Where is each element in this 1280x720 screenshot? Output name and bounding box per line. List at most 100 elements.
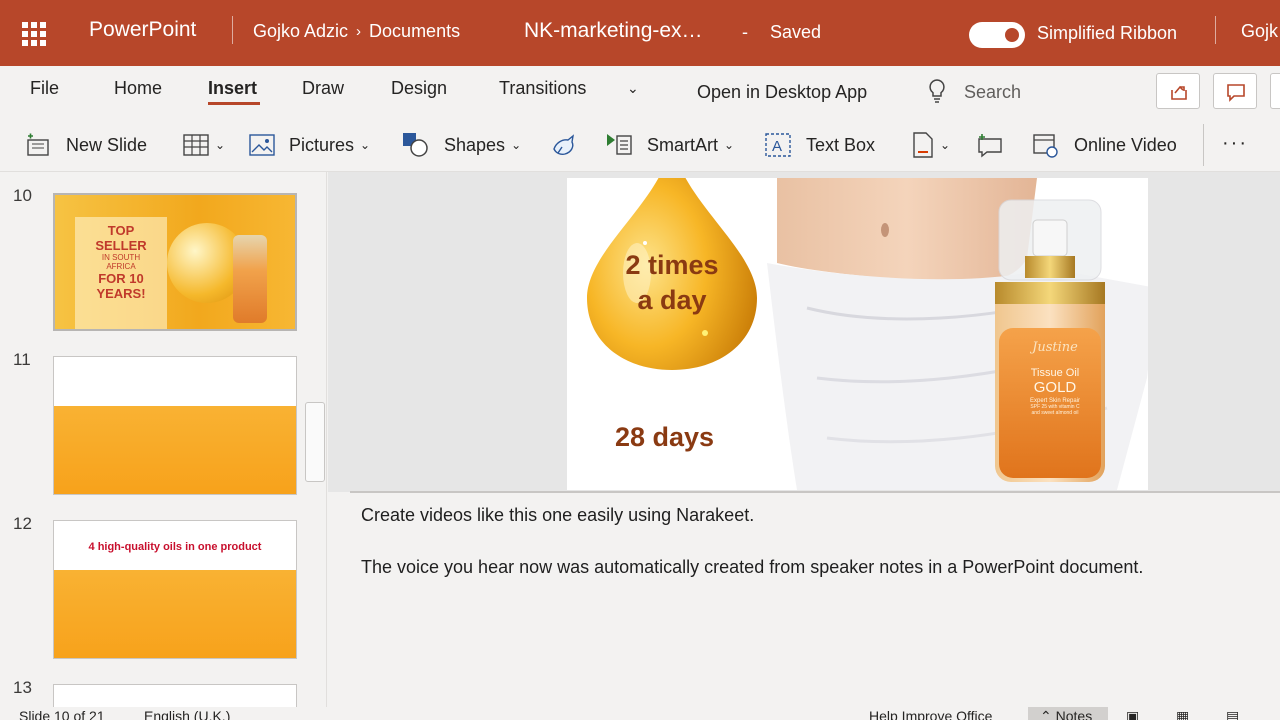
- slide-number: 12: [13, 514, 32, 533]
- shapes-button[interactable]: Shapes ⌄: [402, 130, 521, 160]
- slide-number: 13: [13, 678, 32, 697]
- reading-view-icon[interactable]: ▤: [1226, 708, 1239, 720]
- comments-button[interactable]: [1213, 73, 1257, 109]
- chevron-down-icon: ⌄: [215, 138, 226, 152]
- header-footer-button[interactable]: ⌄: [912, 130, 950, 160]
- online-video-button[interactable]: Online Video: [1032, 130, 1177, 160]
- ribbon-tabs: File Home Insert Draw Design Transitions…: [0, 66, 1280, 120]
- slide-thumbnail[interactable]: 4 high-quality oils in one product: [53, 520, 297, 659]
- speaker-notes-pane[interactable]: Create videos like this one easily using…: [328, 493, 1280, 707]
- new-slide-icon: [27, 133, 49, 156]
- language-indicator[interactable]: English (U.K.): [144, 708, 230, 720]
- frequency-line-2: a day: [637, 285, 707, 315]
- title-divider: [232, 16, 233, 44]
- thumbnail-text: IN SOUTH: [101, 253, 141, 262]
- pictures-button[interactable]: Pictures ⌄: [249, 130, 370, 160]
- open-in-desktop-app-button[interactable]: Open in Desktop App: [697, 82, 867, 103]
- share-icon: [1171, 85, 1187, 100]
- product-label: Justine Tissue Oil GOLD Expert Skin Repa…: [1015, 340, 1095, 416]
- product-brand: Justine: [1032, 340, 1078, 355]
- save-status[interactable]: Saved: [770, 22, 821, 43]
- chevron-down-icon: ⌄: [940, 138, 951, 152]
- bird-icon: [553, 134, 574, 155]
- smartart-icon: [607, 134, 632, 155]
- tab-draw[interactable]: Draw: [302, 78, 344, 99]
- text-box-button[interactable]: A Text Box: [764, 130, 875, 160]
- thumbnail-scrollbar[interactable]: [305, 402, 325, 482]
- more-options-button[interactable]: ···: [1222, 132, 1248, 155]
- account-name[interactable]: Gojk: [1241, 21, 1278, 42]
- status-bar: Slide 10 of 21 English (U.K.) Help Impro…: [0, 707, 1280, 720]
- document-title[interactable]: NK-marketing-ex…: [524, 19, 703, 43]
- document-icon: [913, 132, 933, 158]
- tab-insert[interactable]: Insert: [208, 78, 257, 99]
- slide-number: 11: [13, 350, 31, 369]
- notes-line-2[interactable]: The voice you hear now was automatically…: [361, 557, 1143, 578]
- active-tab-indicator: [208, 102, 260, 105]
- breadcrumb-user[interactable]: Gojko Adzic: [253, 21, 348, 42]
- thumbnail-caption: 4 high-quality oils in one product: [88, 541, 262, 553]
- app-name[interactable]: PowerPoint: [89, 18, 196, 42]
- slide-thumbnail[interactable]: TOP SELLER IN SOUTH AFRICA FOR 10 YEARS!: [53, 193, 297, 331]
- orange-band: [54, 406, 296, 494]
- shapes-label: Shapes: [444, 134, 506, 155]
- simplified-ribbon-toggle[interactable]: [969, 22, 1025, 48]
- tab-home[interactable]: Home: [114, 78, 162, 99]
- table-icon: [183, 134, 209, 156]
- smartart-label: SmartArt: [647, 134, 719, 155]
- slide-thumbnail[interactable]: [53, 356, 297, 495]
- product-name-line2: GOLD: [1033, 379, 1077, 396]
- help-improve-office-link[interactable]: Help Improve Office: [869, 708, 992, 720]
- notes-line-1[interactable]: Create videos like this one easily using…: [361, 505, 754, 526]
- more-tabs-chevron-icon[interactable]: ⌄: [627, 80, 639, 97]
- comment-icon: [1227, 84, 1245, 102]
- lightbulb-icon[interactable]: [926, 78, 948, 109]
- table-button[interactable]: ⌄: [183, 130, 225, 160]
- duration-text: 28 days: [615, 422, 715, 452]
- text-box-icon: A: [765, 133, 791, 157]
- ribbon-divider: [1203, 124, 1204, 166]
- chevron-down-icon: ⌄: [724, 138, 735, 152]
- chevron-right-icon: ›: [356, 23, 362, 40]
- app-launcher-icon[interactable]: [22, 22, 46, 46]
- slide-counter: Slide 10 of 21: [19, 708, 105, 720]
- slide-sorter-icon[interactable]: ▦: [1176, 708, 1189, 720]
- frequency-line-1: 2 times: [625, 250, 719, 280]
- smartart-button[interactable]: SmartArt ⌄: [605, 130, 734, 160]
- text-box-label: Text Box: [806, 134, 876, 155]
- picture-icon: [249, 134, 275, 156]
- chevron-up-icon: ⌃: [1040, 708, 1056, 720]
- slide-number: 10: [13, 186, 32, 205]
- thumbnail-text: SELLER: [95, 238, 147, 253]
- thumbnail-text: AFRICA: [106, 262, 136, 271]
- new-slide-button[interactable]: New Slide: [24, 130, 147, 160]
- tab-file[interactable]: File: [30, 78, 59, 99]
- comment-insert-button[interactable]: [976, 130, 1004, 160]
- pictures-label: Pictures: [289, 134, 355, 155]
- new-slide-label: New Slide: [66, 134, 148, 155]
- chevron-down-icon: ⌄: [511, 138, 522, 152]
- product-name-line1: Tissue Oil: [1030, 367, 1080, 379]
- title-divider-2: [1215, 16, 1216, 44]
- thumbnail-text: YEARS!: [96, 286, 146, 301]
- product-desc-line3: and sweet almond oil: [1031, 410, 1079, 416]
- online-video-icon: [1033, 134, 1058, 158]
- breadcrumb-folder[interactable]: Documents: [369, 21, 460, 42]
- thumbnail-text-block: TOP SELLER IN SOUTH AFRICA FOR 10 YEARS!: [75, 217, 167, 329]
- tab-design[interactable]: Design: [391, 78, 447, 99]
- simplified-ribbon-label: Simplified Ribbon: [1037, 23, 1178, 43]
- online-video-label: Online Video: [1074, 134, 1177, 155]
- extra-button[interactable]: [1270, 73, 1280, 109]
- frequency-text: 2 times a day: [602, 248, 742, 318]
- icons-button[interactable]: [550, 130, 578, 160]
- search-input[interactable]: Search: [964, 82, 1021, 103]
- tab-transitions[interactable]: Transitions: [499, 78, 586, 99]
- orange-band: [54, 570, 296, 658]
- current-slide[interactable]: 2 times a day 28 days Justine Tissue Oil…: [567, 178, 1148, 490]
- title-bar: PowerPoint Gojko Adzic › Documents NK-ma…: [0, 0, 1280, 66]
- notes-toggle-label: ⌃ Notes: [1040, 708, 1092, 720]
- chevron-down-icon: ⌄: [360, 138, 371, 152]
- normal-view-icon[interactable]: ▣: [1126, 708, 1139, 720]
- new-comment-icon: [978, 134, 1002, 158]
- share-button[interactable]: [1156, 73, 1200, 109]
